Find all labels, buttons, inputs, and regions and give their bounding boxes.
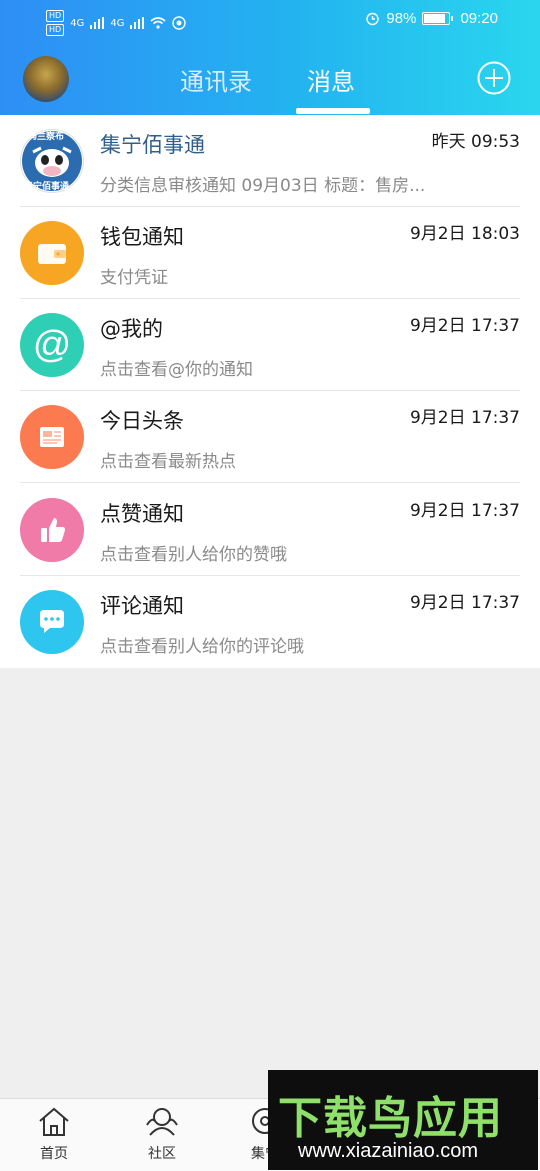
message-time: 昨天 09:53: [431, 132, 520, 152]
tab-messages[interactable]: 消息: [307, 62, 355, 97]
community-icon: [146, 1108, 178, 1136]
nav-community[interactable]: 社区: [127, 1105, 197, 1163]
message-list: 乌兰察布 集宁佰事通 集宁佰事通 分类信息审核通知 09月03日 标题：售房..…: [0, 115, 540, 668]
wifi-icon: [150, 17, 166, 29]
alarm-icon: [366, 12, 380, 26]
signal-icon: [130, 17, 145, 29]
comment-icon: [20, 590, 84, 654]
newspaper-icon: [20, 405, 84, 469]
message-title: @我的: [100, 317, 163, 341]
notification-icon: [172, 16, 187, 30]
watermark: 下载鸟应用 www.xiazainiao.com: [268, 1070, 538, 1170]
message-item-baishitong[interactable]: 乌兰察布 集宁佰事通 集宁佰事通 分类信息审核通知 09月03日 标题：售房..…: [0, 115, 540, 207]
watermark-url: www.xiazainiao.com: [298, 1140, 479, 1162]
divider: [20, 482, 520, 483]
app-logo-bottom-text: 集宁佰事通: [24, 182, 70, 192]
home-icon: [39, 1107, 69, 1136]
app-logo-top-text: 乌兰察布: [28, 132, 65, 142]
status-right: 98% 09:20: [365, 10, 498, 27]
message-preview: 点击查看@你的通知: [100, 360, 253, 380]
nav-home[interactable]: 首页: [19, 1105, 89, 1163]
message-preview: 点击查看别人给你的赞哦: [100, 545, 287, 565]
signal-icon: [90, 17, 105, 29]
message-time: 9月2日 17:37: [409, 408, 520, 428]
message-item-wallet[interactable]: 钱包通知 支付凭证 9月2日 18:03: [0, 207, 540, 299]
message-time: 9月2日 18:03: [409, 224, 520, 244]
message-preview: 分类信息审核通知 09月03日 标题：售房...: [100, 176, 426, 196]
message-item-comments[interactable]: 评论通知 点击查看别人给你的评论哦 9月2日 17:37: [0, 576, 540, 668]
thumbs-up-icon: [20, 498, 84, 562]
message-title: 点赞通知: [100, 502, 184, 526]
hd-badge: HD: [46, 10, 65, 22]
message-title: 钱包通知: [100, 225, 184, 249]
message-time: 9月2日 17:37: [409, 501, 520, 521]
add-icon[interactable]: [477, 61, 511, 95]
nav-label: 社区: [148, 1146, 176, 1162]
nav-label: 首页: [40, 1146, 68, 1162]
message-title: 今日头条: [100, 409, 184, 433]
message-preview: 支付凭证: [100, 268, 168, 288]
watermark-title: 下载鸟应用: [278, 1093, 503, 1144]
message-title: 评论通知: [100, 594, 184, 618]
status-bar: HD HD 4G 4G 98% 09:20: [0, 8, 540, 36]
network-type: 4G: [70, 17, 85, 29]
hd-badge: HD: [46, 24, 65, 36]
message-time: 9月2日 17:37: [409, 316, 520, 336]
clock: 09:20: [460, 10, 498, 27]
battery-percent: 98%: [386, 10, 417, 27]
at-icon: @: [20, 313, 84, 377]
message-title: 集宁佰事通: [100, 133, 205, 157]
message-time: 9月2日 17:37: [409, 593, 520, 613]
tab-contacts[interactable]: 通讯录: [180, 62, 252, 97]
wallet-icon: [20, 221, 84, 285]
message-preview: 点击查看最新热点: [100, 452, 236, 472]
network-type: 4G: [110, 17, 125, 29]
active-tab-indicator: [296, 108, 370, 114]
message-item-headlines[interactable]: 今日头条 点击查看最新热点 9月2日 17:37: [0, 391, 540, 483]
message-item-mentions[interactable]: @ @我的 点击查看@你的通知 9月2日 17:37: [0, 299, 540, 391]
message-item-likes[interactable]: 点赞通知 点击查看别人给你的赞哦 9月2日 17:37: [0, 484, 540, 576]
user-avatar[interactable]: [23, 56, 69, 102]
battery-icon: [422, 12, 454, 25]
message-preview: 点击查看别人给你的评论哦: [100, 637, 304, 657]
app-header: HD HD 4G 4G 98% 09:20 通讯录 消息: [0, 0, 540, 115]
network-indicators: HD HD 4G 4G: [46, 10, 187, 36]
